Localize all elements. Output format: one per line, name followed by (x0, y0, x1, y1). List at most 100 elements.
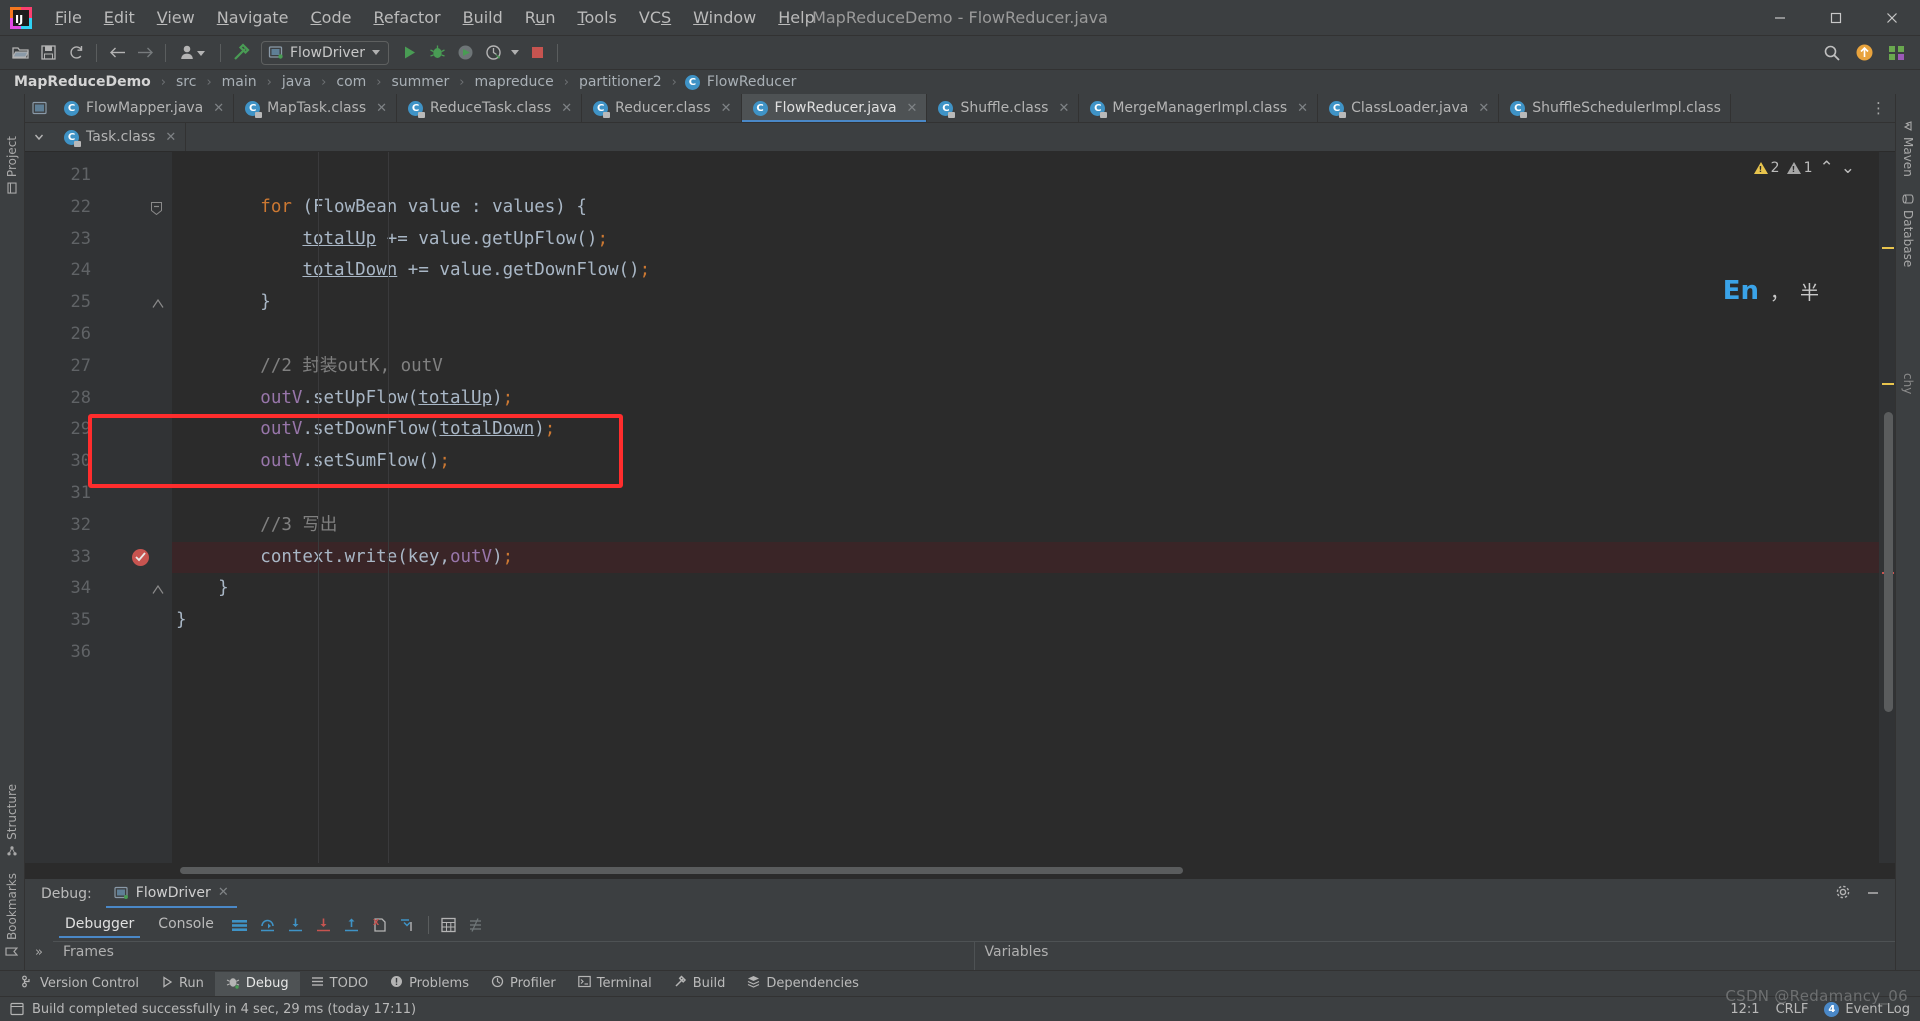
debug-variables-column[interactable]: Variables (973, 941, 1895, 970)
breadcrumb-item-6[interactable]: mapreduce (473, 74, 556, 90)
step-into-icon[interactable] (282, 913, 310, 937)
breadcrumb-item-3[interactable]: java (280, 74, 313, 90)
forward-arrow-icon[interactable] (131, 40, 159, 66)
debug-tab-debugger[interactable]: Debugger (53, 912, 146, 938)
gutter-row[interactable] (100, 160, 172, 192)
tab-reducetask-class[interactable]: C ReduceTask.class ✕ (397, 94, 583, 122)
bottom-item-terminal[interactable]: Terminal (567, 972, 663, 995)
back-arrow-icon[interactable] (103, 40, 131, 66)
gutter-row[interactable] (100, 255, 172, 287)
tab-flowreducer-java[interactable]: C FlowReducer.java ✕ (741, 94, 928, 122)
bottom-item-todo[interactable]: TODO (300, 972, 379, 995)
code-line[interactable] (172, 478, 1879, 510)
run-to-cursor-icon[interactable] (394, 913, 422, 937)
menu-edit[interactable]: Edit (93, 4, 146, 31)
editor-horizontal-scrollbar-thumb[interactable] (180, 867, 1183, 874)
code-line[interactable]: totalUp += value.getUpFlow(); (172, 224, 1879, 256)
gutter-row[interactable] (100, 605, 172, 637)
code-line-current[interactable]: context.write(key,outV); (172, 541, 1879, 574)
gutter-row[interactable] (100, 319, 172, 351)
gutter-row[interactable] (100, 383, 172, 415)
updates-icon[interactable] (1850, 40, 1878, 66)
gutter-row[interactable] (100, 414, 172, 446)
gutter-row[interactable] (100, 224, 172, 256)
minimize-icon[interactable] (1865, 884, 1881, 904)
sidebar-item-project[interactable]: Project (2, 128, 22, 202)
breakpoint-verified-icon[interactable] (132, 548, 149, 566)
close-icon[interactable]: ✕ (721, 101, 732, 116)
debug-frames-column[interactable]: Frames (53, 941, 974, 970)
bottom-item-problems[interactable]: Problems (379, 972, 480, 995)
force-step-into-icon[interactable] (310, 913, 338, 937)
breadcrumb-item-2[interactable]: main (220, 74, 259, 90)
sidebar-item-bookmarks[interactable]: Bookmarks (2, 865, 22, 966)
evaluate-icon[interactable] (435, 913, 463, 937)
editor-horizontal-scrollbar-track[interactable] (25, 863, 1895, 878)
close-icon[interactable]: ✕ (165, 130, 176, 145)
tab-shuffleschedulerimpl-class[interactable]: C ShuffleSchedulerImpl.class (1499, 94, 1731, 122)
bottom-item-run[interactable]: Run (150, 973, 215, 995)
maximize-button[interactable] (1808, 0, 1864, 36)
breadcrumb-item-1[interactable]: src (174, 74, 198, 90)
step-out-icon[interactable] (338, 913, 366, 937)
code-line[interactable] (172, 319, 1879, 351)
open-folder-icon[interactable] (6, 40, 34, 66)
editor-vertical-scrollbar[interactable] (1884, 412, 1893, 712)
gutter-row[interactable] (100, 446, 172, 478)
bottom-item-version-control[interactable]: Version Control (10, 972, 150, 995)
code-line[interactable]: outV.setDownFlow(totalDown); (172, 414, 1879, 446)
fold-open-icon[interactable] (151, 201, 163, 215)
menu-view[interactable]: View (146, 4, 206, 31)
code-line[interactable]: } (172, 573, 1879, 605)
step-over-icon[interactable] (254, 913, 282, 937)
gutter-row[interactable] (100, 478, 172, 510)
menu-vcs[interactable]: VCS (628, 4, 682, 31)
code-line[interactable] (172, 160, 1879, 192)
run-configuration-selector[interactable]: FlowDriver (261, 40, 390, 65)
close-icon[interactable]: ✕ (907, 101, 918, 116)
gutter-row[interactable] (100, 192, 172, 224)
menu-build[interactable]: Build (452, 4, 514, 31)
bottom-item-dependencies[interactable]: Dependencies (736, 972, 870, 995)
menu-navigate[interactable]: Navigate (206, 4, 300, 31)
code-line[interactable]: //2 封装outK, outV (172, 351, 1879, 383)
code-editor[interactable]: 21 22 23 24 25 26 27 28 29 30 31 32 33 34 35 36 for (Fl… (25, 152, 1895, 863)
tab-mergemanagerimpl-class[interactable]: C MergeManagerImpl.class ✕ (1079, 94, 1319, 122)
debug-session-tab[interactable]: FlowDriver ✕ (105, 881, 237, 908)
profiler-icon[interactable] (479, 40, 507, 66)
code-line[interactable]: } (172, 605, 1879, 637)
menu-file[interactable]: File (44, 4, 93, 31)
gutter-row[interactable] (100, 637, 172, 669)
close-button[interactable] (1864, 0, 1920, 36)
editor-marker-bar[interactable] (1879, 152, 1895, 863)
stop-icon[interactable] (523, 40, 551, 66)
breadcrumb-item-7[interactable]: partitioner2 (577, 74, 664, 90)
tab-shuffle-class[interactable]: C Shuffle.class ✕ (927, 94, 1080, 122)
fold-close-icon[interactable] (152, 585, 164, 597)
weak-warning-count-chip[interactable]: 1 (1786, 160, 1813, 176)
breadcrumb-item-8[interactable]: FlowReducer (705, 74, 799, 90)
previous-problem-icon[interactable]: ⌃ (1820, 158, 1834, 178)
tabs-collapse-icon[interactable] (25, 123, 53, 151)
sync-icon[interactable] (62, 40, 90, 66)
menu-help[interactable]: Help (767, 4, 825, 31)
code-line[interactable]: for (FlowBean value : values) { (172, 192, 1879, 224)
run-with-coverage-icon[interactable] (451, 40, 479, 66)
code-line[interactable]: outV.setUpFlow(totalUp); (172, 383, 1879, 415)
code-content[interactable]: for (FlowBean value : values) { totalUp … (172, 152, 1879, 863)
code-line[interactable]: } (172, 287, 1879, 319)
breadcrumb-item-0[interactable]: MapReduceDemo (12, 74, 153, 90)
debug-expand-toggle[interactable]: » (25, 941, 53, 970)
inspection-widget[interactable]: 2 1 ⌃ ⌄ (1753, 158, 1855, 178)
bottom-item-build[interactable]: Build (663, 972, 737, 995)
gear-icon[interactable] (1835, 884, 1851, 904)
breadcrumb-item-4[interactable]: com (334, 74, 368, 90)
layout-icon[interactable] (226, 913, 254, 937)
vcs-user-icon[interactable] (172, 40, 214, 66)
fold-close-icon[interactable] (152, 299, 164, 311)
save-icon[interactable] (34, 40, 62, 66)
breadcrumb-item-5[interactable]: summer (389, 74, 451, 90)
tab-flowmapper-java[interactable]: C FlowMapper.java ✕ (53, 94, 235, 122)
code-line[interactable]: totalDown += value.getDownFlow(); (172, 255, 1879, 287)
gutter-row[interactable] (100, 542, 172, 574)
